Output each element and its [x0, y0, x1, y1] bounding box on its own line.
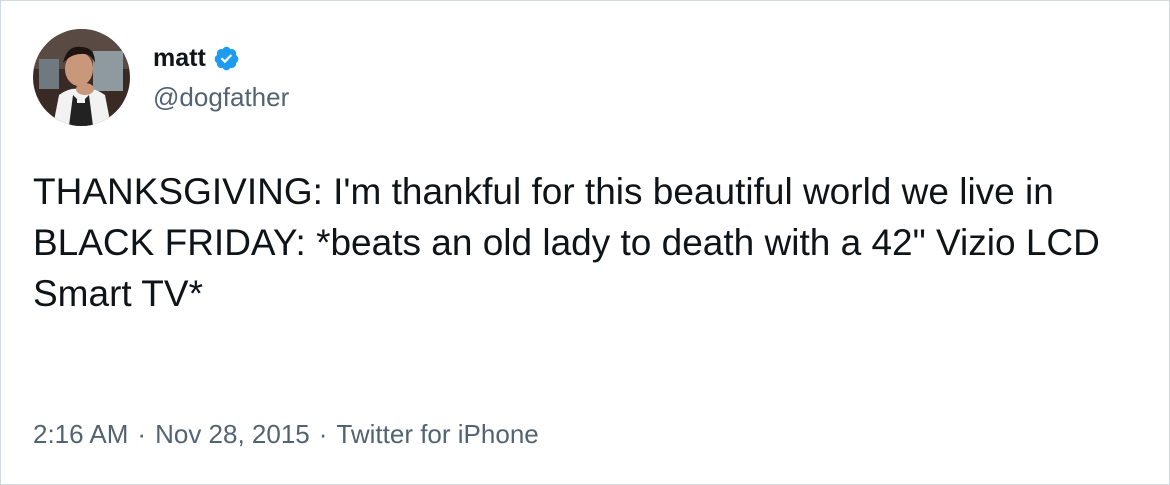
tweet-date[interactable]: Nov 28, 2015: [155, 417, 310, 451]
meta-separator: ·: [137, 419, 147, 449]
tweet-text: THANKSGIVING: I'm thankful for this beau…: [33, 171, 1100, 314]
avatar-photo: [33, 29, 130, 126]
tweet-meta: 2:16 AM · Nov 28, 2015 · Twitter for iPh…: [33, 417, 539, 451]
tweet-source: Twitter for iPhone: [336, 419, 539, 449]
tweet-time[interactable]: 2:16 AM: [33, 417, 128, 451]
verified-badge-icon: [213, 45, 240, 72]
display-name[interactable]: matt: [153, 43, 206, 73]
avatar[interactable]: [33, 29, 130, 126]
user-name-row: matt: [153, 41, 240, 75]
meta-separator: ·: [318, 419, 328, 449]
tweet-card: matt @dogfather THANKSGIVING: I'm thankf…: [0, 0, 1170, 485]
user-handle[interactable]: @dogfather: [153, 81, 289, 113]
